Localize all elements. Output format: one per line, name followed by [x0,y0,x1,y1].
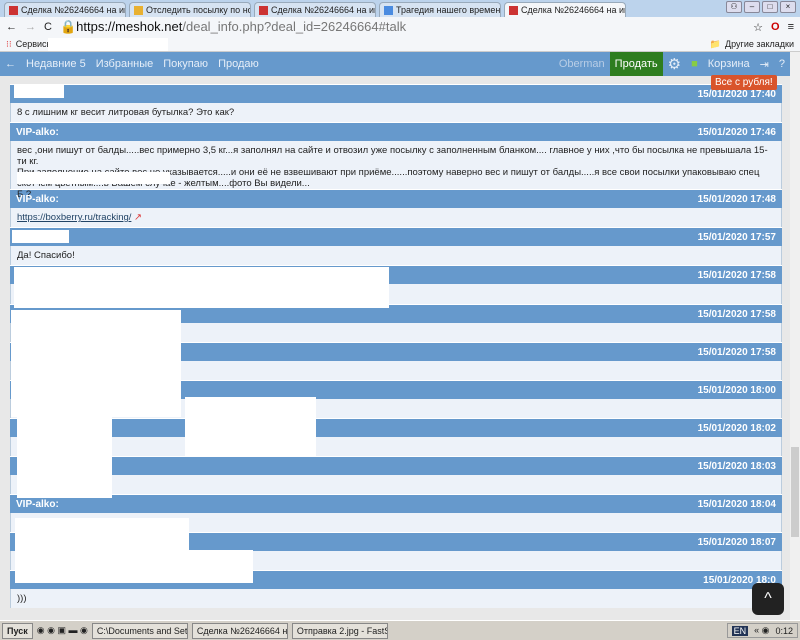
system-tray: EN « ◉ 0:12 [726,623,798,638]
minimize-icon[interactable]: – [744,1,760,13]
lock-icon: 🔒 [59,19,77,34]
nav-buying[interactable]: Покупаю [158,58,213,70]
tab-label: Отследить посылку по ном [146,5,251,15]
site-nav: ← Недавние 5 Избранные Покупаю Продаю Ob… [0,52,790,76]
tab-label: Сделка №26246664 на инт [521,5,626,15]
reload-icon[interactable]: C [44,21,52,33]
message-text: ))) [17,593,27,604]
message-header: VIP-alko: 15/01/2020 18:04 [10,494,782,513]
url-input[interactable]: 🔒https://meshok.net/deal_info.php?deal_i… [60,19,745,35]
tab-label: Сделка №26246664 на инт [271,5,376,15]
scrollbar-thumb[interactable] [791,447,799,537]
message-text: Да! Спасибо! [17,250,75,261]
message-date: 15/01/2020 18:03 [697,460,776,472]
message-date: 15/01/2020 17:40 [697,88,776,100]
favicon-icon [384,5,393,15]
opera-icon[interactable]: O [771,21,780,33]
bookmark-other[interactable]: Другие закладки [725,39,794,49]
favicon-icon [259,5,268,15]
tab-label: Сделка №26246664 на инт [21,5,126,15]
tracking-link[interactable]: https://boxberry.ru/tracking/ [17,212,131,223]
message-date: 15/01/2020 17:57 [697,231,776,243]
taskbar-item[interactable]: C:\Documents and Settin... [91,622,188,639]
browser-tab-active[interactable]: Сделка №26246664 на инт× [504,2,626,17]
url-host: https://meshok.net [76,19,183,34]
message-body: Г : ) [10,475,782,494]
gear-icon[interactable]: ⚙ [663,55,686,73]
message-date: 15/01/2020 18:00 [697,384,776,396]
message-date: 15/01/2020 17:58 [697,269,776,281]
scrollbar[interactable] [790,52,800,620]
message-body: 8 с лишним кг весит литровая бутылка? Эт… [10,103,782,122]
message-author[interactable]: VIP-alko: [16,499,59,510]
cart-link[interactable]: Корзина [703,58,755,70]
message-date: 15/01/2020 18:07 [697,536,776,548]
message-date: 15/01/2020 17:48 [697,193,776,205]
logout-icon[interactable]: ⇥ [755,58,774,71]
message-body: Да! Спасибо! [10,246,782,265]
message-date: 15/01/2020 17:58 [697,308,776,320]
nav-back-button[interactable]: ← [0,58,21,70]
favicon-icon [134,5,143,15]
external-link-icon: ↗ [134,212,143,223]
user-icon[interactable]: ⚇ [726,1,742,13]
start-button[interactable]: Пуск [2,622,33,639]
message-date: 15/01/2020 17:46 [697,126,776,138]
message-body: А [10,437,782,456]
browser-tab[interactable]: Отследить посылку по ном× [129,2,251,17]
message-header: VIP-alko: 15/01/2020 17:46 [10,122,782,141]
tab-label: Трагедия нашего времени [396,5,501,15]
browser-tab[interactable]: Трагедия нашего времени× [379,2,501,17]
apps-icon: ⁝⁝ [6,38,12,49]
close-window-icon[interactable]: × [780,1,796,13]
star-icon[interactable]: ☆ [753,21,763,34]
message-header: 15/01/2020 17:57 [10,227,782,246]
back-icon[interactable]: ← [6,21,17,33]
message-text: 8 с лишним кг весит литровая бутылка? Эт… [17,107,235,118]
sell-button[interactable]: Продать [609,52,663,76]
window-controls: ⚇ – □ × [726,1,796,13]
message-date: 15/01/2020 18:04 [697,498,776,510]
help-icon[interactable]: ? [774,58,790,70]
tab-strip: Сделка №26246664 на инт× Отследить посыл… [0,0,800,17]
nav-selling[interactable]: Продаю [213,58,264,70]
language-indicator[interactable]: EN [731,625,749,636]
taskbar-item[interactable]: Сделка №26246664 на ... [191,622,288,639]
url-path: /deal_info.php?deal_id=26246664#talk [182,19,407,34]
message-header: VIP-alko: 15/01/2020 17:48 [10,189,782,208]
folder-icon: 📁 [709,38,722,49]
message-body: ))) [10,589,782,608]
quicklaunch-icons[interactable]: ◉ ◉ ▣ ▬ ◉ [37,625,88,636]
nav-user[interactable]: Oberman [554,58,610,70]
promo-badge[interactable]: Все с рубля! [711,75,777,90]
message-body: https://boxberry.ru/tracking/ ↗ [10,208,782,227]
cart-icon: ■ [691,58,698,70]
clock: 0:12 [775,625,793,636]
favicon-icon [509,5,518,15]
message-date: 15/01/2020 18:02 [697,422,776,434]
chevron-up-icon: ^ [764,590,772,607]
browser-tab[interactable]: Сделка №26246664 на инт× [254,2,376,17]
nav-recent[interactable]: Недавние 5 [21,58,91,70]
tray-icons[interactable]: « ◉ [754,625,769,636]
scroll-top-button[interactable]: ^ [752,583,784,615]
message-header: 15/01/2020 17:40 [10,84,782,103]
forward-icon[interactable]: → [25,21,36,33]
browser-tab[interactable]: Сделка №26246664 на инт× [4,2,126,17]
message-line: вес ,они пишут от балды.....вес примерно… [17,145,768,167]
taskbar: Пуск ◉ ◉ ▣ ▬ ◉ C:\Documents and Settin..… [0,620,800,640]
message-header: 15/01/2020 18:02 [10,418,782,437]
nav-favorites[interactable]: Избранные [91,58,159,70]
message-author[interactable]: VIP-alko: [16,194,59,205]
message-date: 15/01/2020 17:58 [697,346,776,358]
address-bar-row: ← → C 🔒https://meshok.net/deal_info.php?de… [0,17,800,37]
taskbar-item[interactable]: Отправка 2.jpg - FastSt... [291,622,388,639]
message-author[interactable]: VIP-alko: [16,127,59,138]
favicon-icon [9,5,18,15]
menu-icon[interactable]: ≡ [788,21,794,33]
message-header: 15/01/2020 18:03 [10,456,782,475]
maximize-icon[interactable]: □ [762,1,778,13]
